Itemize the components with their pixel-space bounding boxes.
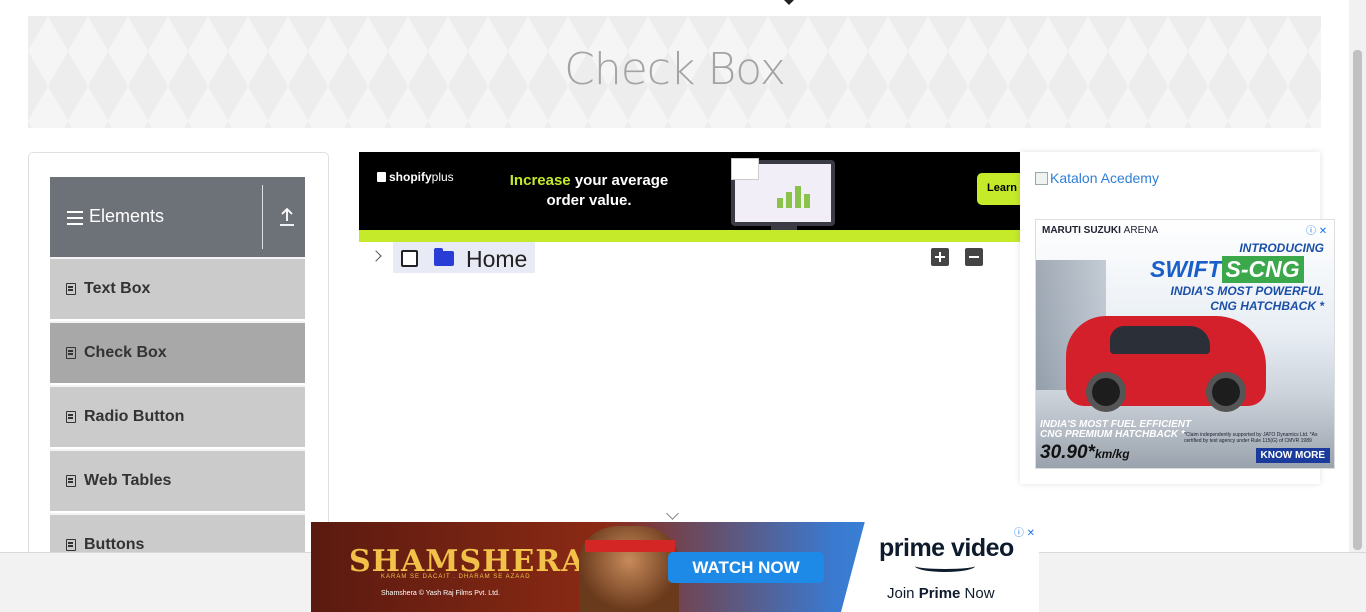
scrollbar-thumb[interactable] — [1353, 50, 1362, 550]
ad-mileage: 30.90*km/kg — [1040, 442, 1130, 463]
car-wheel — [1206, 372, 1246, 412]
watch-now-button[interactable]: WATCH NOW — [668, 552, 824, 583]
car-wheel — [1086, 372, 1126, 412]
sidebar-item-web-tables[interactable]: Web Tables — [50, 449, 305, 511]
chart-card-illustration — [731, 158, 759, 180]
prime-video-logo: prime video — [879, 534, 1014, 562]
sidebar-item-label: Web Tables — [84, 472, 172, 489]
document-icon — [66, 347, 76, 359]
document-icon — [66, 283, 76, 295]
page-scrollbar[interactable] — [1349, 0, 1366, 552]
adchoices-icon[interactable]: ⓘ ✕ — [1306, 222, 1332, 237]
shopify-ad-banner[interactable]: shopifyplus Increase your average order … — [359, 152, 1020, 242]
expand-all-button[interactable] — [931, 248, 949, 266]
cursor-caret — [784, 0, 794, 5]
learn-more-button[interactable]: Learn — [977, 173, 1020, 205]
ad-green-strip — [359, 230, 1020, 242]
actor-image — [579, 526, 679, 612]
maruti-suzuki-ad[interactable]: ⓘ ✕ MARUTI SUZUKI ARENA INTRODUCING SWIF… — [1035, 219, 1335, 469]
elements-group-header[interactable]: Elements — [50, 177, 305, 257]
sidebar-item-check-box[interactable]: Check Box — [50, 321, 305, 383]
ad-tagline: INDIA'S MOST POWERFUL CNG HATCHBACK * — [1170, 284, 1324, 313]
ad-headline: Increase your average order value. — [509, 172, 669, 209]
expand-chevron-icon[interactable] — [370, 250, 382, 262]
document-icon — [66, 475, 76, 487]
home-checkbox[interactable] — [401, 250, 418, 267]
group-title: Elements — [89, 206, 165, 226]
ad-fuel-claim: INDIA'S MOST FUEL EFFICIENT CNG PREMIUM … — [1040, 419, 1192, 440]
sidebar-item-label: Text Box — [84, 280, 151, 297]
collapse-all-button[interactable] — [965, 248, 983, 266]
bar-chart-illustration — [777, 182, 817, 208]
page-banner: Check Box — [28, 16, 1321, 128]
know-more-button[interactable]: KNOW MORE — [1255, 448, 1330, 463]
header-divider — [262, 185, 263, 249]
sidebar-item-label: Radio Button — [84, 408, 185, 425]
folder-icon — [434, 248, 454, 266]
shopping-bag-icon — [377, 172, 386, 182]
sidebar-item-label: Check Box — [84, 344, 167, 361]
adchoices-icon[interactable]: ⓘ ✕ — [1009, 524, 1037, 539]
sidebar-item-text-box[interactable]: Text Box — [50, 257, 305, 319]
bandana-image — [585, 540, 675, 552]
ad-disclaimer: *Claim independently supported by JATO D… — [1184, 432, 1318, 444]
top-strip — [0, 0, 1366, 16]
chevron-down-icon — [666, 507, 679, 520]
sidebar-item-radio-button[interactable]: Radio Button — [50, 385, 305, 447]
ad-model: SWIFT S-CNG — [1150, 256, 1304, 283]
collapse-up-icon[interactable] — [278, 207, 296, 227]
prime-video-ad[interactable]: SHAMSHERA KARAM SE DACAIT . DHARAM SE AZ… — [311, 522, 1039, 612]
movie-credit: Shamshera © Yash Raj Films Pvt. Ltd. — [381, 590, 500, 597]
shopify-logo: shopifyplus — [377, 170, 454, 184]
document-icon — [66, 411, 76, 423]
page-title: Check Box — [564, 44, 786, 95]
movie-tagline: KARAM SE DACAIT . DHARAM SE AZAAD — [381, 574, 531, 580]
join-prime-text: Join Prime Now — [887, 585, 995, 602]
broken-image-icon — [1035, 172, 1048, 185]
katalon-broken-image[interactable]: Katalon Acedemy — [1035, 170, 1159, 186]
ad-intro: INTRODUCING — [1239, 241, 1324, 255]
tree-node-label[interactable]: Home — [466, 246, 527, 273]
ad-brand: MARUTI SUZUKI ARENA — [1042, 225, 1159, 236]
hamburger-icon — [67, 211, 83, 225]
amazon-smile-icon — [915, 560, 975, 572]
document-icon — [66, 539, 76, 551]
